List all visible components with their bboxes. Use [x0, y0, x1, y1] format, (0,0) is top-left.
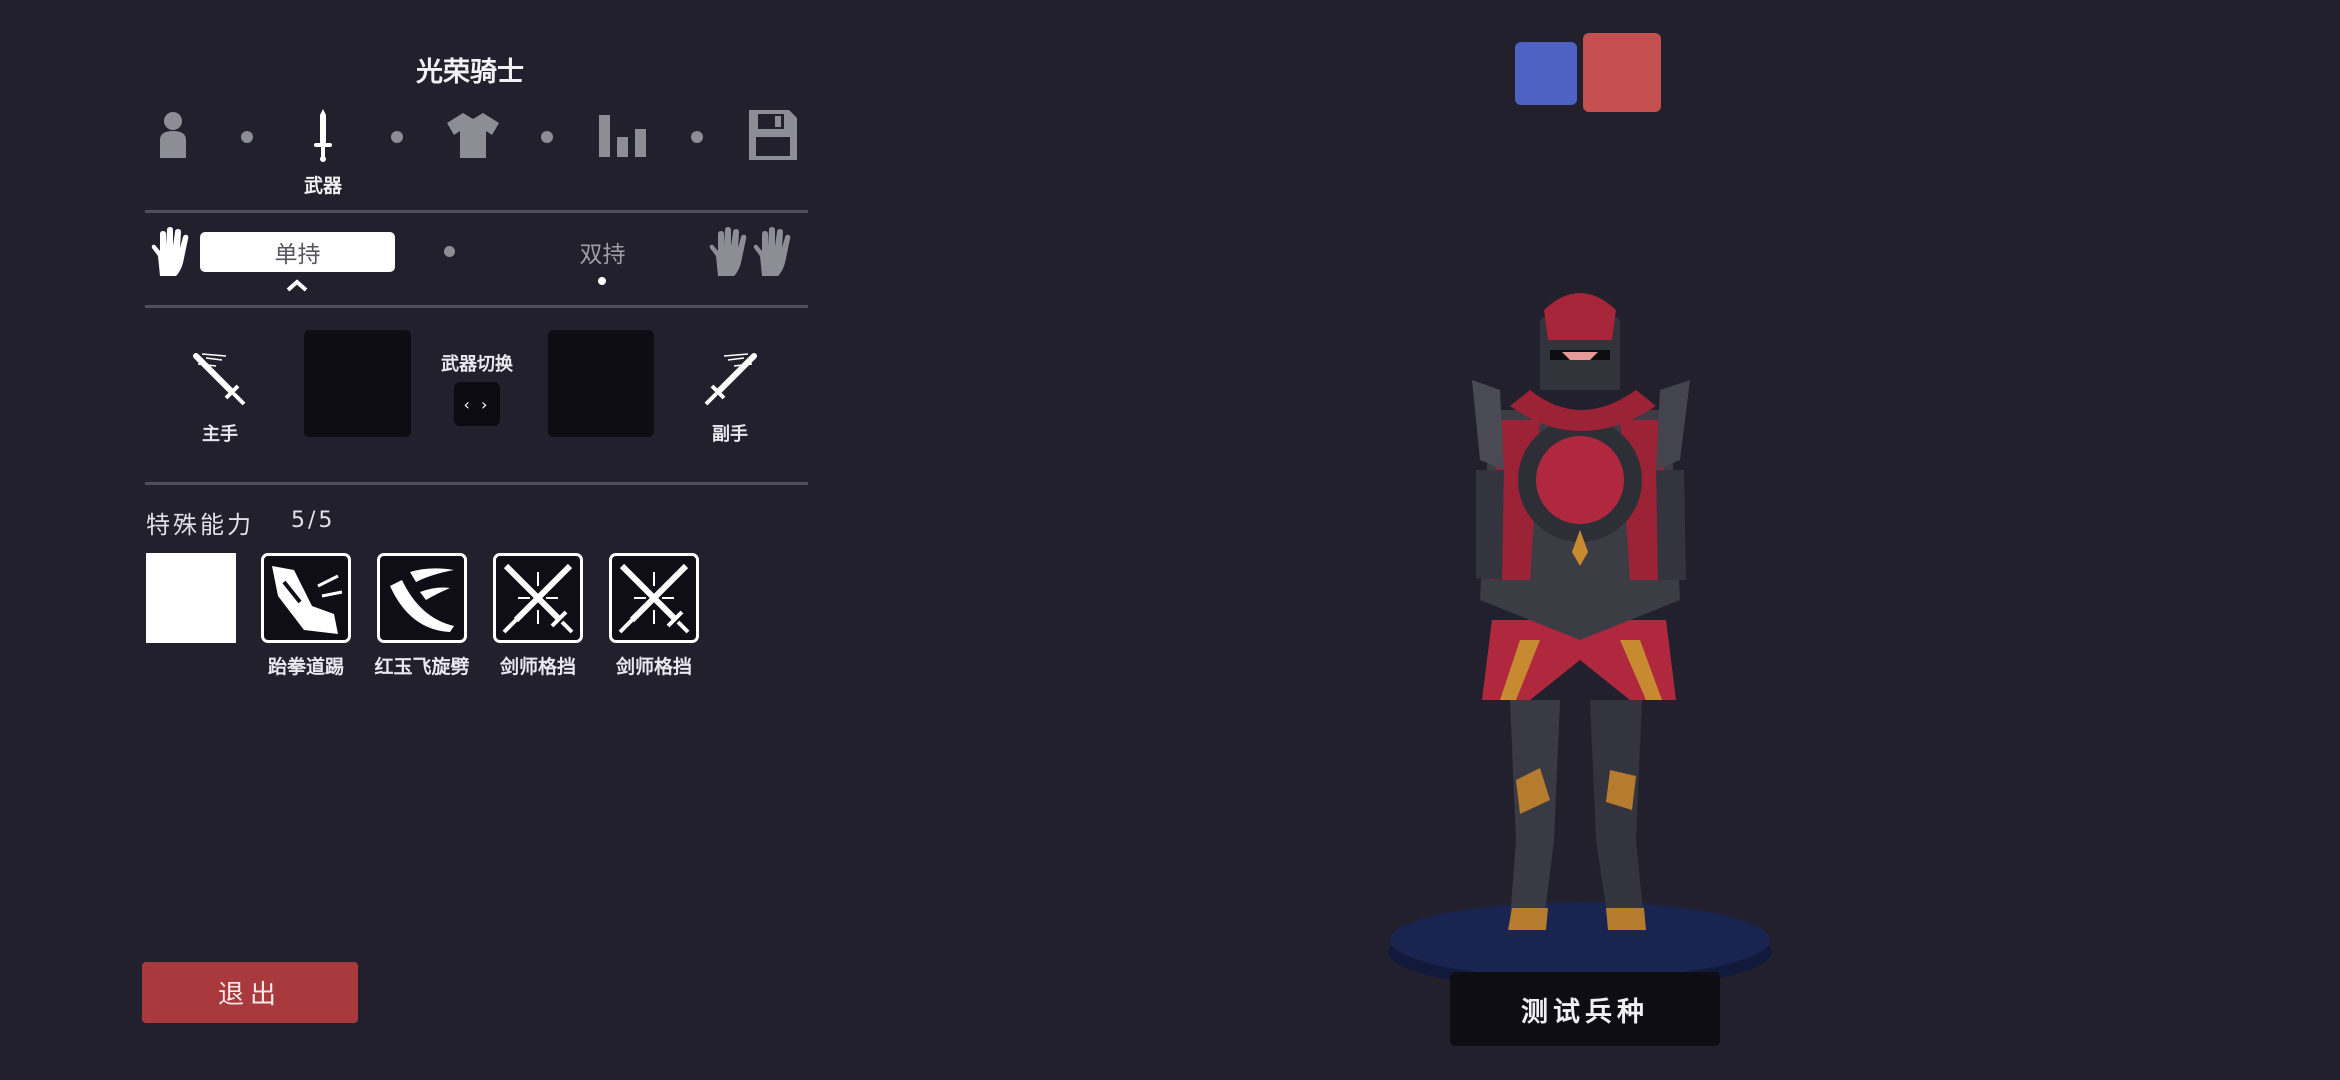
divider [145, 305, 808, 308]
save-icon [749, 110, 797, 160]
stats-icon [599, 115, 646, 157]
tab-stats[interactable] [595, 105, 651, 165]
ability-label-parry-1: 剑师格挡 [499, 656, 576, 678]
abilities-title: 特殊能力 [146, 511, 254, 539]
ability-slot-parry-2[interactable] [609, 553, 699, 643]
ability-slot-parry-1[interactable] [493, 553, 583, 643]
shirt-icon [447, 113, 499, 158]
selected-caret-icon [285, 277, 309, 296]
team-red-button[interactable] [1583, 33, 1661, 112]
tab-weapons-label: 武器 [303, 175, 342, 197]
person-icon [160, 112, 186, 158]
crossed-swords-icon [502, 563, 574, 634]
main-hand-sword-icon [192, 352, 248, 412]
exit-button[interactable]: 退出 [142, 962, 358, 1023]
tab-appearance[interactable] [145, 105, 201, 165]
divider [145, 482, 808, 485]
grip-single-button[interactable]: 单持 [200, 232, 395, 272]
tab-weapons[interactable] [295, 105, 351, 165]
weapon-switch-label: 武器切换 [441, 354, 513, 375]
grip-dual-button[interactable]: 双持 [540, 232, 665, 272]
single-hand-icon [150, 226, 194, 282]
grip-separator-dot [444, 246, 455, 257]
divider [145, 210, 808, 213]
abilities-count: 5/5 [291, 508, 336, 533]
off-hand-sword-icon [702, 352, 758, 412]
grip-dual-dot [598, 277, 606, 285]
tab-separator-dot [691, 131, 703, 143]
off-hand-label: 副手 [712, 424, 748, 445]
tab-save[interactable] [745, 105, 801, 165]
tab-separator-dot [391, 131, 403, 143]
main-hand-weapon-slot[interactable] [304, 330, 411, 437]
main-hand-label: 主手 [202, 424, 238, 445]
ability-label-kick: 跆拳道踢 [267, 656, 344, 678]
kick-icon [272, 566, 343, 634]
tab-clothing[interactable] [445, 105, 501, 165]
sword-icon [314, 109, 332, 162]
test-unit-button[interactable]: 测试兵种 [1450, 972, 1720, 1046]
ability-label-spin-slash: 红玉飞旋劈 [374, 656, 470, 678]
unit-preview-model[interactable] [1380, 280, 1800, 1000]
unit-name-title: 光荣骑士 [416, 57, 524, 88]
dual-hand-icon [708, 226, 796, 282]
ability-slot-kick[interactable] [261, 553, 351, 643]
ability-slot-empty[interactable] [146, 553, 236, 643]
ability-label-parry-2: 剑师格挡 [615, 656, 692, 678]
off-hand-weapon-slot[interactable] [548, 330, 654, 437]
ability-slot-spin-slash[interactable] [377, 553, 467, 643]
tab-separator-dot [541, 131, 553, 143]
team-blue-button[interactable] [1515, 42, 1577, 105]
weapon-switch-button[interactable]: ‹ › [454, 382, 500, 426]
editor-tab-bar: 武器 [145, 105, 805, 200]
crossed-swords-icon [618, 563, 690, 634]
spin-slash-icon [390, 568, 454, 632]
tab-separator-dot [241, 131, 253, 143]
